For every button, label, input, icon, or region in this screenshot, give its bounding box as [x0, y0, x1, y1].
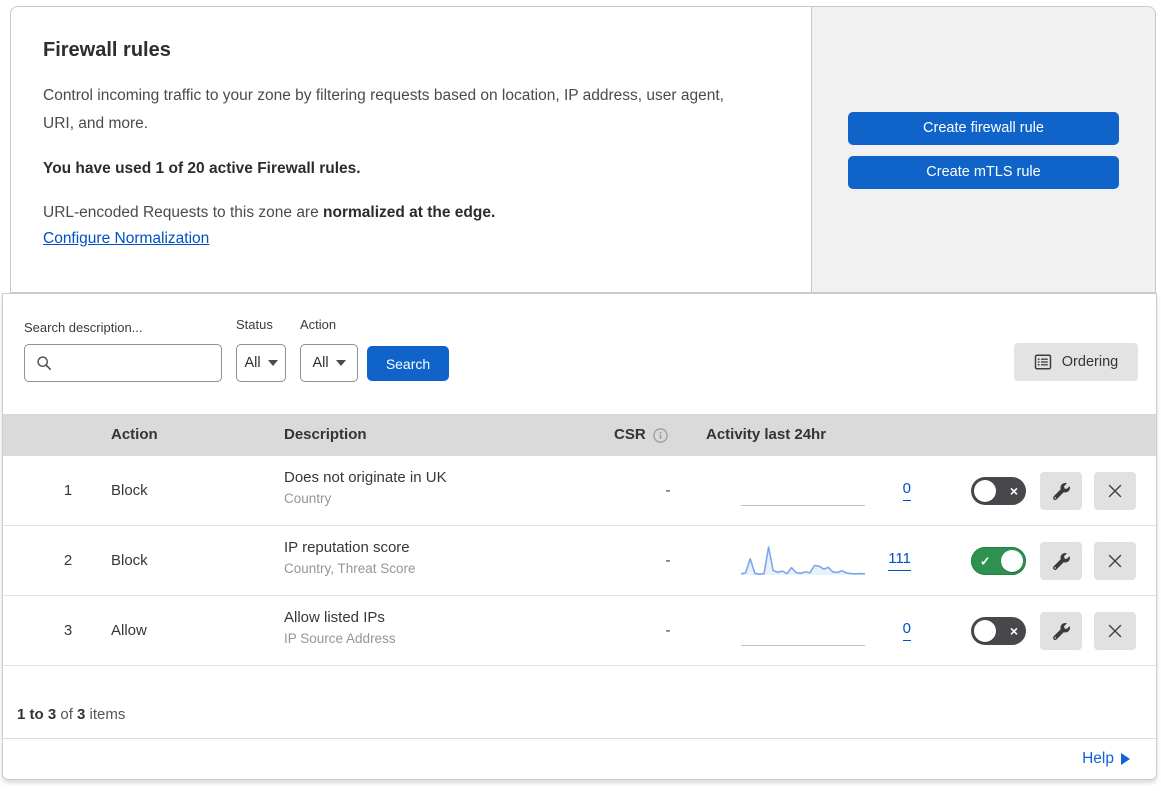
table-row: 3 Allow Allow listed IPs IP Source Addre…	[3, 596, 1156, 666]
action-filter-dropdown[interactable]: All	[300, 344, 358, 382]
items-range: 1 to 3	[17, 706, 57, 723]
toggle-knob	[1001, 550, 1023, 572]
search-icon	[37, 356, 51, 370]
ordering-list-icon	[1034, 354, 1052, 370]
status-filter-dropdown[interactable]: All	[236, 344, 286, 382]
x-icon	[1108, 554, 1122, 568]
activity-count-value: 111	[888, 550, 911, 571]
rule-description-text: Allow listed IPs	[284, 609, 385, 626]
rule-criteria: IP Source Address	[284, 631, 396, 646]
action-filter-label: Action	[300, 317, 337, 332]
ordering-button-label: Ordering	[1061, 354, 1119, 370]
ordering-button[interactable]: Ordering	[1014, 343, 1138, 381]
normalization-note-prefix: URL-encoded Requests to this zone are	[43, 203, 324, 221]
rule-description-text: Does not originate in UK	[284, 469, 447, 486]
activity-flatline	[741, 505, 865, 506]
edit-rule-button[interactable]	[1040, 472, 1082, 510]
enable-toggle[interactable]: ×	[971, 477, 1026, 505]
rule-description-text: IP reputation score	[284, 539, 410, 556]
activity-count-link[interactable]: 0	[869, 480, 911, 501]
rule-priority: 2	[63, 552, 73, 569]
items-of: of	[56, 706, 78, 723]
firewall-rules-page: Firewall rules Control incoming traffic …	[0, 0, 1161, 791]
intro-description: Control incoming traffic to your zone by…	[43, 87, 724, 132]
toggle-state-icon: ×	[1009, 483, 1018, 499]
status-filter-value: All	[244, 355, 261, 371]
table-row: 2 Block IP reputation score Country, Thr…	[3, 526, 1156, 596]
rule-criteria: Country	[284, 491, 332, 506]
toggle-state-icon: ×	[1009, 623, 1018, 639]
intro-card: Firewall rules Control incoming traffic …	[10, 6, 812, 293]
rule-description: Allow listed IPs IP Source Address	[284, 609, 396, 646]
activity-sparkline	[741, 546, 865, 576]
search-button[interactable]: Search	[367, 346, 449, 381]
normalization-note: URL-encoded Requests to this zone are no…	[43, 204, 771, 222]
x-icon	[1108, 624, 1122, 638]
rule-description: IP reputation score Country, Threat Scor…	[284, 539, 416, 576]
column-header-action: Action	[111, 426, 158, 443]
rule-action: Block	[111, 552, 148, 569]
activity-count-value: 0	[902, 480, 911, 501]
page-title: Firewall rules	[43, 39, 171, 61]
arrow-right-icon	[1121, 753, 1130, 765]
create-mtls-rule-button[interactable]: Create mTLS rule	[848, 156, 1119, 189]
items-count: 1 to 3 of 3 items	[17, 706, 125, 723]
column-header-csr: CSR	[614, 414, 668, 456]
chevron-down-icon	[267, 360, 278, 366]
enable-toggle[interactable]: ×	[971, 617, 1026, 645]
delete-rule-button[interactable]	[1094, 612, 1136, 650]
table-header: Action Description CSR Activity last 24h…	[3, 414, 1156, 456]
activity-count-value: 0	[902, 620, 911, 641]
rule-criteria: Country, Threat Score	[284, 561, 416, 576]
search-label: Search description...	[24, 320, 143, 335]
rule-action: Block	[111, 482, 148, 499]
activity-count-link[interactable]: 111	[869, 550, 911, 571]
rule-csr-value: -	[665, 482, 671, 499]
enable-toggle[interactable]: ✓	[971, 547, 1026, 575]
delete-rule-button[interactable]	[1094, 472, 1136, 510]
rule-priority: 1	[63, 482, 73, 499]
toggle-knob	[974, 480, 996, 502]
column-header-csr-label: CSR	[614, 426, 646, 443]
delete-rule-button[interactable]	[1094, 542, 1136, 580]
chevron-down-icon	[335, 360, 346, 366]
items-word: items	[85, 706, 126, 723]
rule-csr-value: -	[665, 552, 671, 569]
rule-priority: 3	[63, 622, 73, 639]
wrench-icon	[1052, 622, 1070, 640]
status-filter-label: Status	[236, 317, 273, 332]
edit-rule-button[interactable]	[1040, 612, 1082, 650]
rule-csr-value: -	[665, 622, 671, 639]
wrench-icon	[1052, 482, 1070, 500]
create-firewall-rule-button[interactable]: Create firewall rule	[848, 112, 1119, 145]
activity-count-link[interactable]: 0	[869, 620, 911, 641]
usage-summary: You have used 1 of 20 active Firewall ru…	[43, 159, 361, 177]
edit-rule-button[interactable]	[1040, 542, 1082, 580]
info-icon[interactable]	[652, 427, 668, 443]
footer-divider	[3, 738, 1156, 739]
help-link[interactable]: Help	[1082, 750, 1130, 768]
normalization-note-bold: normalized at the edge.	[323, 203, 496, 221]
search-input[interactable]	[24, 344, 222, 382]
rule-action: Allow	[111, 622, 147, 639]
activity-flatline	[741, 645, 865, 646]
column-header-description: Description	[284, 426, 367, 443]
action-filter-value: All	[312, 355, 329, 371]
help-link-label: Help	[1082, 750, 1114, 767]
rule-description: Does not originate in UK Country	[284, 469, 447, 506]
configure-normalization-link[interactable]: Configure Normalization	[43, 230, 209, 248]
rules-list-panel: Search description... Status All Action …	[2, 293, 1157, 780]
actions-panel: Create firewall rule Create mTLS rule	[812, 6, 1156, 293]
x-icon	[1108, 484, 1122, 498]
toggle-knob	[974, 620, 996, 642]
column-header-activity: Activity last 24hr	[706, 426, 827, 443]
toggle-state-icon: ✓	[980, 554, 991, 569]
table-row: 1 Block Does not originate in UK Country…	[3, 456, 1156, 526]
wrench-icon	[1052, 552, 1070, 570]
search-input-wrap	[24, 344, 222, 382]
